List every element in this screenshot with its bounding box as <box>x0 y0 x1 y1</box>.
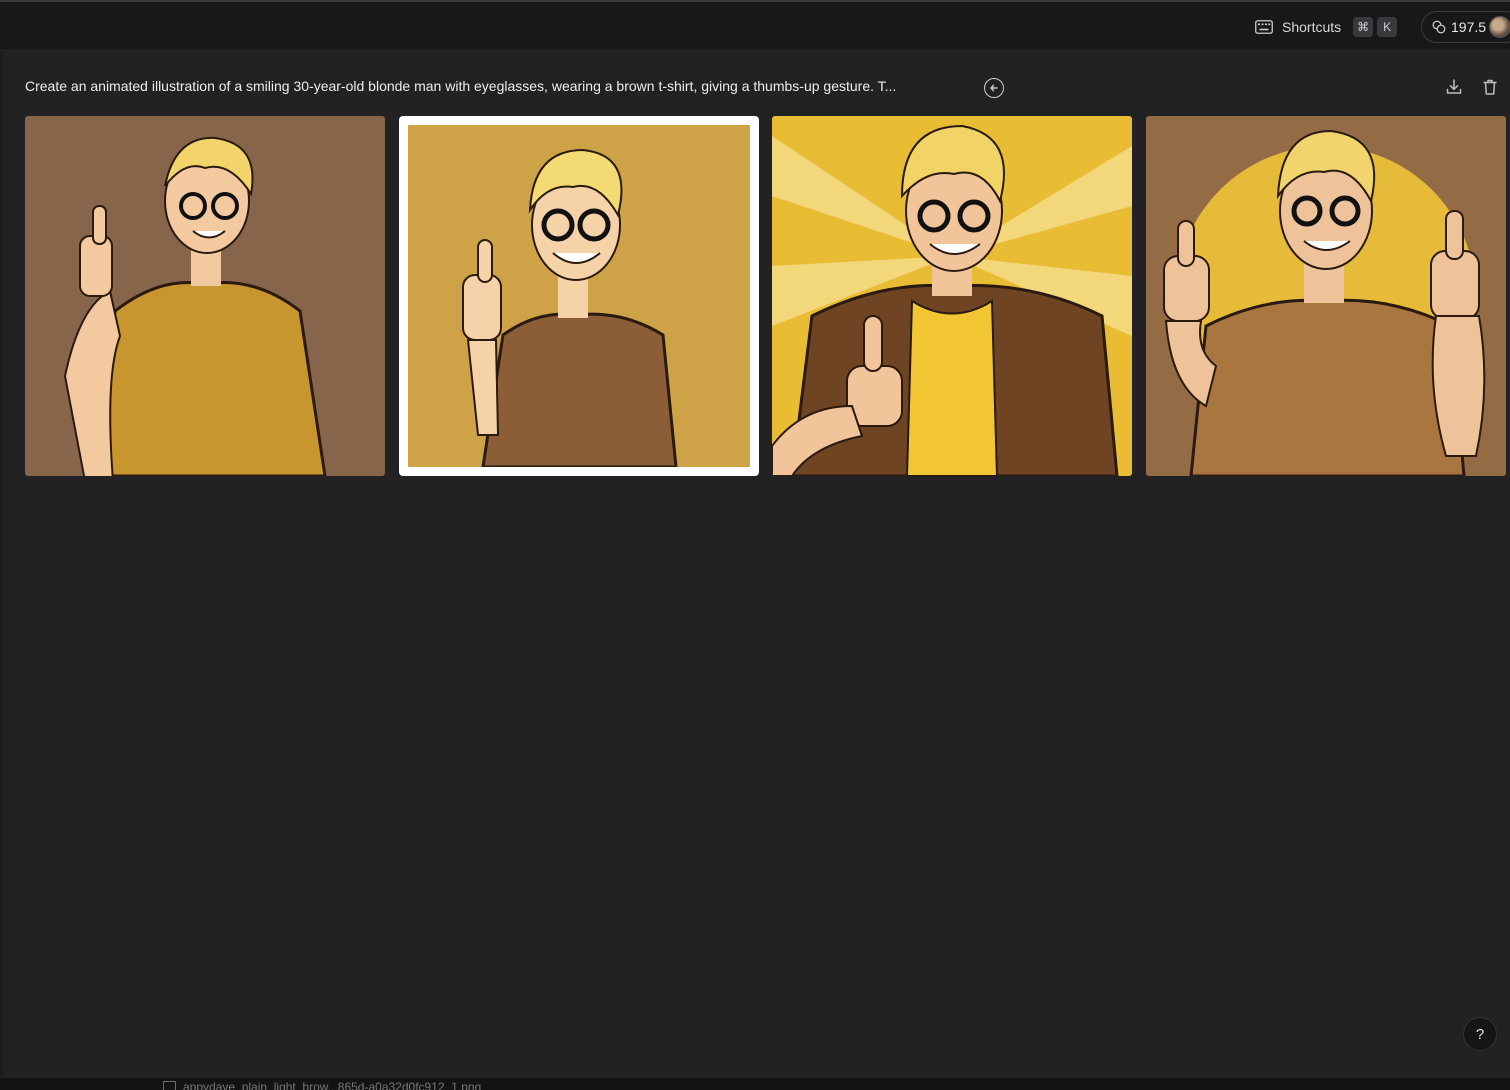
generated-image-4[interactable] <box>1146 116 1506 476</box>
help-button[interactable]: ? <box>1463 1017 1497 1051</box>
taskbar-file-label[interactable]: appydave_plain_light_brow...865d-a0a32d0… <box>183 1080 481 1090</box>
image-grid <box>25 116 1506 476</box>
image-3-illustration <box>772 116 1132 476</box>
image-2-illustration <box>408 125 750 467</box>
image-file-icon <box>163 1081 176 1090</box>
k-key: K <box>1377 17 1398 37</box>
download-button[interactable] <box>1443 76 1465 98</box>
shortcuts-label: Shortcuts <box>1282 19 1342 35</box>
generated-image-2[interactable] <box>399 116 759 476</box>
keyboard-icon <box>1255 20 1273 34</box>
shortcuts-button[interactable]: Shortcuts ⌘ K <box>1255 15 1398 39</box>
taskbar-strip: appydave_plain_light_brow...865d-a0a32d0… <box>0 1078 1510 1090</box>
reuse-prompt-button[interactable] <box>984 78 1004 98</box>
generated-image-1[interactable] <box>25 116 385 476</box>
generated-image-3[interactable] <box>772 116 1132 476</box>
command-key: ⌘ <box>1353 17 1374 37</box>
image-4-illustration <box>1146 116 1506 476</box>
left-rail <box>0 51 3 1081</box>
download-icon <box>1446 79 1462 94</box>
trash-icon <box>1483 79 1497 95</box>
avatar[interactable] <box>1489 16 1510 38</box>
arrow-left-circle-icon <box>990 84 998 92</box>
delete-button[interactable] <box>1479 76 1501 98</box>
credits-value: 197.5 <box>1451 19 1487 35</box>
top-bar: Shortcuts ⌘ K 197.5 <box>0 2 1510 51</box>
prompt-text: Create an animated illustration of a smi… <box>25 78 897 94</box>
coins-icon <box>1432 20 1446 34</box>
image-1-illustration <box>25 116 385 476</box>
prompt-row: Create an animated illustration of a smi… <box>25 76 1505 100</box>
